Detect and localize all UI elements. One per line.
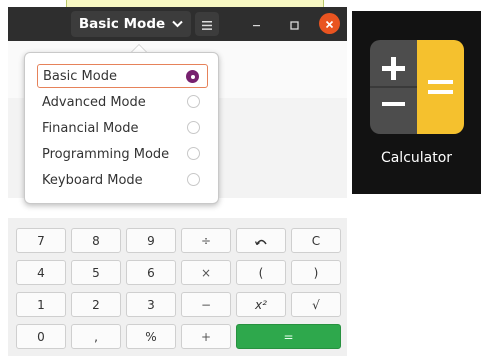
radio-unchecked-icon[interactable] <box>187 173 200 186</box>
key-9[interactable]: 9 <box>126 228 176 253</box>
key-divide[interactable]: ÷ <box>181 228 231 253</box>
key-open-paren[interactable]: ( <box>236 260 286 285</box>
radio-unchecked-icon[interactable] <box>187 147 200 160</box>
mode-item-label: Advanced Mode <box>42 94 146 110</box>
mode-item-advanced[interactable]: Advanced Mode <box>37 90 208 114</box>
key-sqrt[interactable]: √ <box>291 292 341 317</box>
chevron-down-icon <box>172 20 183 28</box>
key-clear[interactable]: C <box>291 228 341 253</box>
key-close-paren[interactable]: ) <box>291 260 341 285</box>
maximize-button[interactable] <box>282 12 306 36</box>
key-0[interactable]: 0 <box>16 324 66 349</box>
key-8[interactable]: 8 <box>71 228 121 253</box>
hamburger-menu-icon <box>202 15 212 34</box>
mode-menu-popover: Basic Mode Advanced Mode Financial Mode … <box>24 52 219 204</box>
key-equals[interactable]: = <box>236 324 341 349</box>
mode-item-label: Financial Mode <box>42 120 139 136</box>
radio-unchecked-icon[interactable] <box>187 95 200 108</box>
key-3[interactable]: 3 <box>126 292 176 317</box>
key-subtract[interactable]: − <box>181 292 231 317</box>
key-multiply[interactable]: × <box>181 260 231 285</box>
minimize-icon <box>252 15 261 34</box>
key-5[interactable]: 5 <box>71 260 121 285</box>
maximize-icon <box>289 15 299 34</box>
mode-selector-label: Basic Mode <box>78 16 166 32</box>
key-square[interactable]: x² <box>236 292 286 317</box>
radio-checked-icon[interactable] <box>186 70 199 83</box>
key-add[interactable]: + <box>181 324 231 349</box>
mode-item-label: Basic Mode <box>43 68 117 84</box>
main-menu-button[interactable] <box>195 12 219 36</box>
key-2[interactable]: 2 <box>71 292 121 317</box>
mode-item-financial[interactable]: Financial Mode <box>37 116 208 140</box>
key-6[interactable]: 6 <box>126 260 176 285</box>
mode-item-label: Programming Mode <box>42 146 170 162</box>
close-icon <box>325 14 334 33</box>
mode-item-basic[interactable]: Basic Mode <box>37 64 208 88</box>
keypad: 7 8 9 ÷ C 4 5 6 × ( ) 1 2 3 − x² √ 0 , %… <box>8 218 347 356</box>
mode-item-keyboard[interactable]: Keyboard Mode <box>37 168 208 192</box>
key-percent[interactable]: % <box>126 324 176 349</box>
key-4[interactable]: 4 <box>16 260 66 285</box>
minimize-button[interactable] <box>244 12 268 36</box>
app-name-label: Calculator <box>380 150 453 166</box>
key-7[interactable]: 7 <box>16 228 66 253</box>
undo-icon <box>254 234 268 248</box>
app-launcher-tile[interactable]: Calculator <box>352 11 481 194</box>
radio-unchecked-icon[interactable] <box>187 121 200 134</box>
mode-item-label: Keyboard Mode <box>42 172 143 188</box>
key-1[interactable]: 1 <box>16 292 66 317</box>
undo-button[interactable] <box>236 228 286 253</box>
calculator-app-icon <box>370 40 464 134</box>
close-button[interactable] <box>319 13 340 34</box>
mode-item-programming[interactable]: Programming Mode <box>37 142 208 166</box>
mode-selector-button[interactable]: Basic Mode <box>71 11 191 37</box>
header-bar: Basic Mode <box>8 7 347 41</box>
key-decimal[interactable]: , <box>71 324 121 349</box>
